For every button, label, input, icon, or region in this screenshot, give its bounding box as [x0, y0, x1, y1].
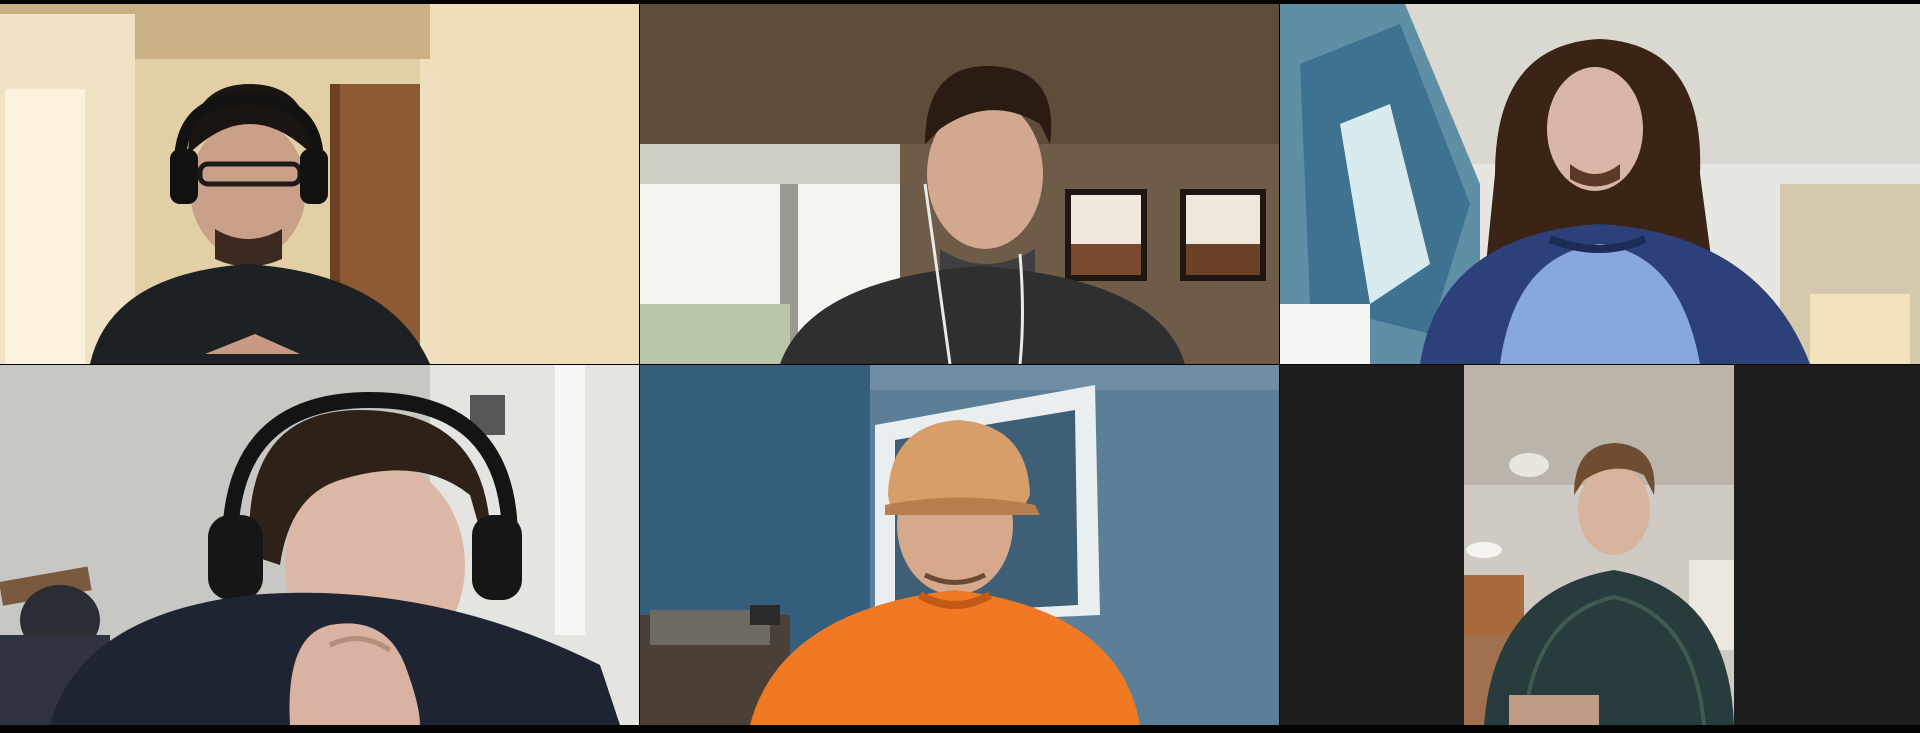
participant-video-tile-2[interactable] [640, 4, 1279, 364]
participant-video-feed [640, 365, 1279, 725]
participant-video-tile-4[interactable] [0, 365, 639, 725]
participant-video-feed [1280, 4, 1920, 364]
participant-video-feed [1464, 365, 1734, 725]
video-content [1464, 365, 1734, 725]
participant-video-tile-6[interactable] [1280, 365, 1920, 725]
participant-video-feed [640, 4, 1279, 364]
participant-video-feed [0, 4, 639, 364]
video-gallery [0, 0, 1920, 733]
participant-video-tile-3[interactable] [1280, 4, 1920, 364]
participant-video-feed [0, 365, 639, 725]
participant-video-tile-5[interactable] [640, 365, 1279, 725]
participant-video-tile-1[interactable] [0, 4, 639, 364]
